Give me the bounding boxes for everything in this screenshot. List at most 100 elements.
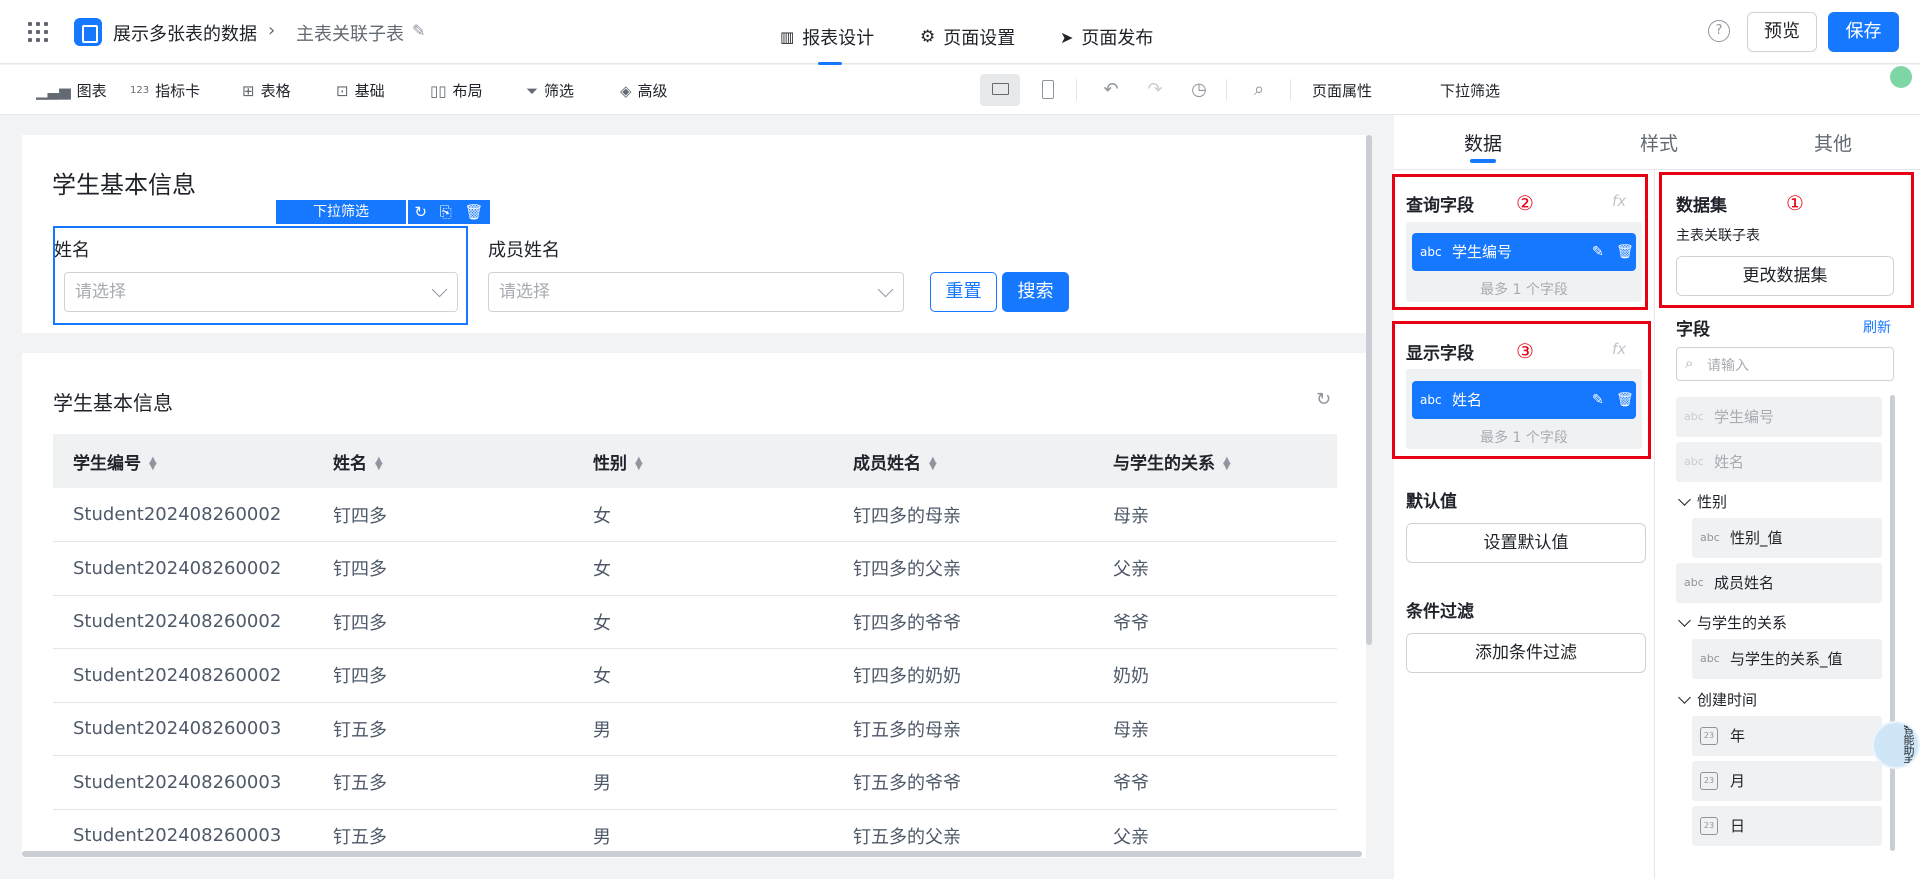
column-header[interactable]: 性别 ▲ ▼ (573, 434, 833, 488)
refresh-icon[interactable]: ↻ (1316, 389, 1331, 410)
selected-component-tag[interactable]: 下拉筛选 (276, 200, 406, 224)
sort-icon[interactable]: ▲ ▼ (375, 455, 383, 471)
field-item-gender-value[interactable]: abc 性别_值 (1692, 518, 1882, 558)
select-placeholder: 请选择 (75, 282, 126, 302)
copy-icon[interactable]: ⎘ (440, 200, 452, 224)
group-created-time[interactable]: 创建时间 (1676, 689, 1757, 710)
table-cell: 钉四多 (313, 488, 573, 542)
gear-icon: ⚙ (920, 27, 936, 47)
field-search-input[interactable]: ⌕ 请输入 (1676, 347, 1894, 381)
assistant-floating-button[interactable]: 智能助手 (1872, 721, 1920, 769)
chevron-down-icon (1678, 691, 1691, 704)
chevron-down-icon (431, 281, 448, 298)
annotation-box-3 (1392, 321, 1651, 459)
redo-icon[interactable]: ↷ (1142, 77, 1168, 103)
add-condition-filter-button[interactable]: 添加条件过滤 (1406, 633, 1646, 673)
refresh-fields-link[interactable]: 刷新 (1863, 317, 1891, 337)
toolbar-label: 布局 (452, 82, 483, 100)
tab-page-publish[interactable]: ➤ 页面发布 (1060, 24, 1153, 50)
project-title[interactable]: 展示多张表的数据 (113, 20, 257, 46)
save-button[interactable]: 保存 (1828, 12, 1899, 52)
tab-label: 页面设置 (943, 28, 1016, 49)
field-item-member-name[interactable]: abc 成员姓名 (1676, 563, 1882, 603)
column-header[interactable]: 成员姓名 ▲ ▼ (833, 434, 1093, 488)
help-icon[interactable]: ? (1708, 20, 1730, 42)
group-gender[interactable]: 性别 (1676, 491, 1727, 512)
divider (1290, 79, 1291, 101)
field-item-relation-value[interactable]: abc 与学生的关系_值 (1692, 639, 1882, 679)
table-row: Student202408260002 钉四多女钉四多的爷爷 爷爷 (53, 595, 1337, 649)
table-cell: Student202408260003 (53, 755, 313, 810)
tab-other[interactable]: 其他 (1814, 129, 1852, 156)
field-name: 成员姓名 (1714, 574, 1775, 592)
mobile-icon[interactable] (1042, 80, 1054, 99)
tab-style[interactable]: 样式 (1640, 129, 1678, 156)
app-menu-icon[interactable] (28, 22, 48, 42)
field-item-student-id[interactable]: abc 学生编号 (1676, 397, 1882, 437)
fields-title: 字段 (1676, 320, 1710, 340)
column-header-label: 与学生的关系 (1113, 453, 1215, 474)
sort-icon[interactable]: ▲ ▼ (929, 455, 937, 471)
table-cell: 钉四多的母亲 (833, 488, 1093, 542)
fields-scrollbar[interactable] (1890, 395, 1895, 851)
field-name: 与学生的关系_值 (1730, 650, 1843, 668)
search-button[interactable]: 搜索 (1002, 272, 1069, 312)
toolbar-table[interactable]: ⊞ 表格 (242, 80, 291, 101)
table-cell: 母亲 (1093, 488, 1337, 542)
undo-icon[interactable]: ↶ (1098, 77, 1124, 103)
table-row: Student202408260002 钉四多女钉四多的母亲 母亲 (53, 488, 1337, 542)
tab-page-settings[interactable]: ⚙ 页面设置 (920, 24, 1015, 50)
field2-label: 成员姓名 (488, 240, 560, 261)
column-header[interactable]: 学生编号 ▲ ▼ (53, 434, 313, 488)
member-name-select[interactable]: 请选择 (488, 272, 904, 312)
table-cell: 爷爷 (1093, 595, 1337, 649)
field-name: 月 (1730, 772, 1746, 790)
edit-name-icon[interactable]: ✎ (412, 21, 425, 40)
tab-label: 报表设计 (802, 28, 875, 49)
field-type-label: abc (1700, 531, 1720, 544)
toolbar-filter[interactable]: ⏷ 筛选 (526, 80, 574, 101)
properties-panel: 数据 样式 其他 查询字段 ② fx abc 学生编号 ✎ 🗑 最多 1 个字段… (1392, 115, 1920, 879)
field-item-day[interactable]: 23 日 (1692, 806, 1882, 846)
sort-icon[interactable]: ▲ ▼ (1223, 455, 1231, 471)
history-icon[interactable]: ◷ (1186, 77, 1212, 103)
preview-button[interactable]: 预览 (1747, 12, 1817, 52)
search-icon[interactable]: ⌕ (1246, 77, 1272, 103)
sort-icon[interactable]: ▲ ▼ (635, 455, 643, 471)
sort-icon[interactable]: ▲ ▼ (149, 455, 157, 471)
toolbar-chart[interactable]: ▁▃▅ 图表 (36, 80, 107, 101)
name-select[interactable]: 请选择 (64, 272, 458, 312)
field-item-month[interactable]: 23 月 (1692, 761, 1882, 801)
field-type-label: abc (1700, 652, 1720, 665)
default-value-title: 默认值 (1406, 492, 1457, 512)
page-properties-button[interactable]: 页面属性 (1312, 80, 1372, 101)
group-relation[interactable]: 与学生的关系 (1676, 612, 1787, 633)
vertical-scrollbar[interactable] (1366, 135, 1372, 645)
set-default-button[interactable]: 设置默认值 (1406, 523, 1646, 563)
tab-data[interactable]: 数据 (1464, 129, 1502, 156)
reset-button[interactable]: 重置 (930, 272, 997, 312)
toolbar-layout[interactable]: ▯▯ 布局 (430, 80, 483, 101)
column-header[interactable]: 与学生的关系 ▲ ▼ (1093, 434, 1337, 488)
horizontal-scrollbar[interactable] (22, 851, 1362, 857)
table-cell: 女 (573, 595, 833, 649)
field-item-name[interactable]: abc 姓名 (1676, 442, 1882, 482)
filter-card-title: 学生基本信息 (52, 171, 196, 199)
divider (1654, 170, 1655, 879)
desktop-view-button[interactable] (980, 74, 1020, 106)
toolbar-advanced[interactable]: ◈ 高级 (620, 80, 668, 101)
tab-label: 页面发布 (1081, 28, 1154, 49)
table-cell: 女 (573, 488, 833, 542)
delete-icon[interactable]: 🗑 (465, 200, 484, 224)
refresh-icon[interactable]: ↻ (414, 200, 427, 224)
table-row: Student202408260003 钉五多男钉五多的爷爷 爷爷 (53, 755, 1337, 810)
table-body: Student202408260002 钉四多女钉四多的母亲 母亲 Student20… (53, 488, 1337, 858)
table-cell: 母亲 (1093, 702, 1337, 756)
toolbar-metric-card[interactable]: 123 指标卡 (130, 80, 200, 101)
column-header[interactable]: 姓名 ▲ ▼ (313, 434, 573, 488)
field-item-year[interactable]: 23 年 (1692, 716, 1882, 756)
tab-report-design[interactable]: ▥ 报表设计 (780, 24, 874, 50)
divider (1394, 169, 1920, 170)
page-name[interactable]: 主表关联子表 (296, 20, 404, 46)
toolbar-basic[interactable]: ⊡ 基础 (336, 80, 385, 101)
